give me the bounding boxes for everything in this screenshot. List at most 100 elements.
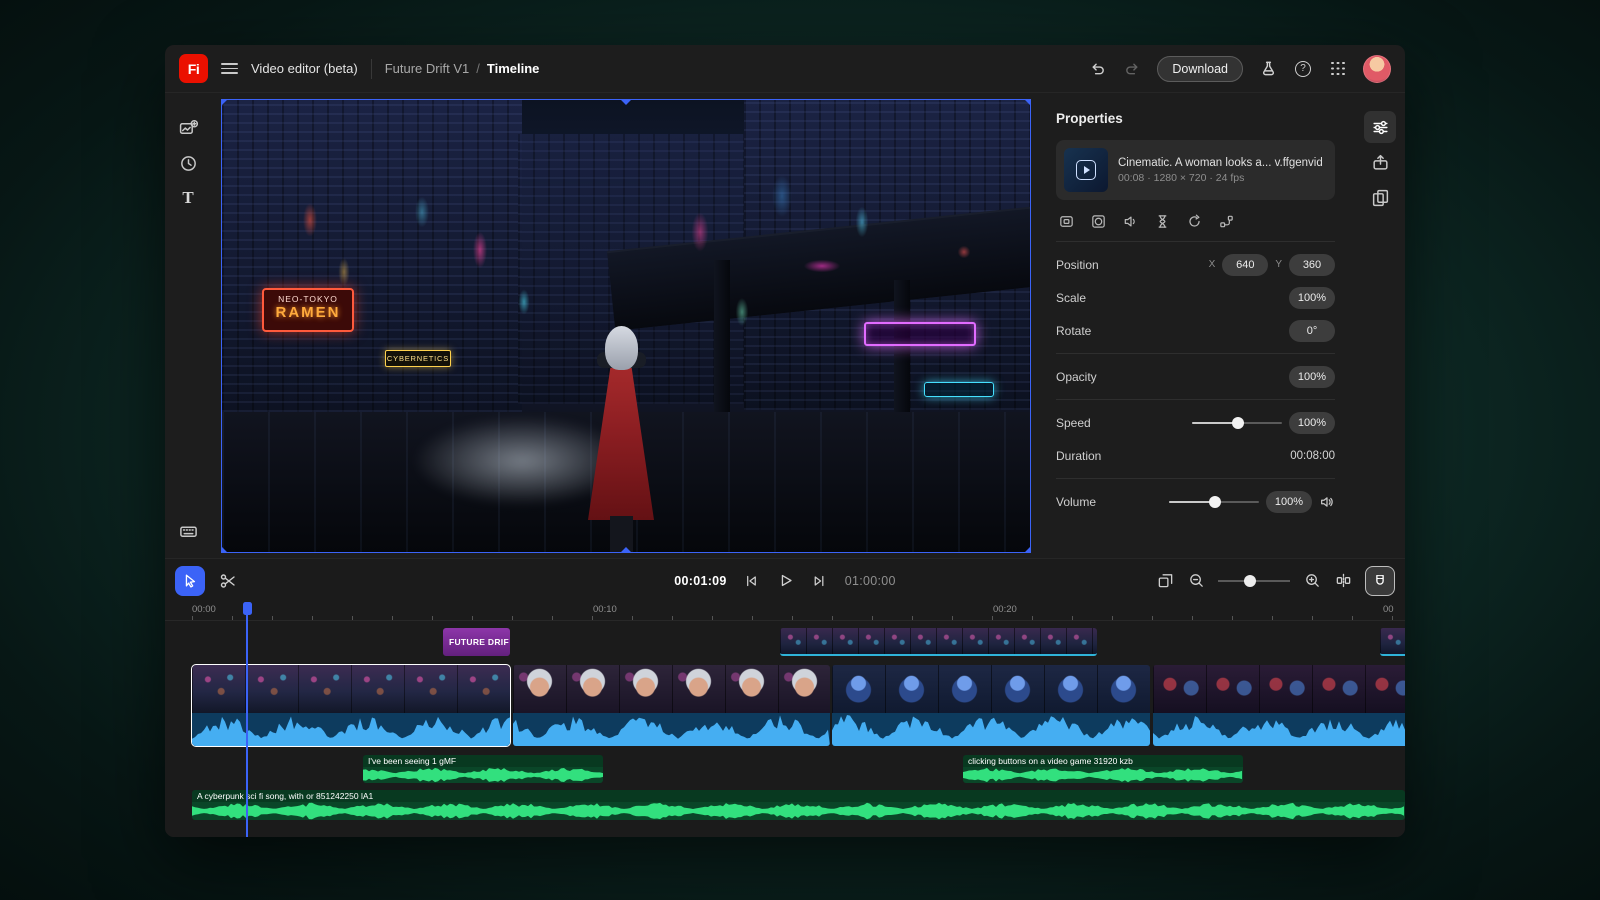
canvas-size-icon[interactable]: [1058, 213, 1075, 230]
selected-clip-card[interactable]: Cinematic. A woman looks a... v.ffgenvid…: [1056, 140, 1335, 200]
razor-split-button[interactable]: [1334, 572, 1352, 590]
speaker-icon[interactable]: [1319, 494, 1335, 510]
properties-panel-button[interactable]: [1364, 111, 1396, 143]
redo-icon[interactable]: [1122, 59, 1142, 79]
audio-clip-2[interactable]: clicking buttons on a video game 31920 k…: [963, 755, 1243, 783]
volume-slider[interactable]: [1169, 496, 1259, 508]
divider: [1056, 399, 1335, 400]
audio-waveform: [832, 713, 1150, 746]
overlay-video-clip-partial[interactable]: [1380, 628, 1405, 656]
timer-icon[interactable]: [1154, 213, 1171, 230]
right-panel-rail: [1355, 93, 1405, 558]
topbar-divider: [371, 59, 372, 79]
duration-row: Duration 00:08:00: [1056, 439, 1335, 472]
add-media-button[interactable]: [172, 112, 204, 144]
zoom-slider[interactable]: [1218, 575, 1290, 587]
select-tool-button[interactable]: [175, 566, 205, 596]
scale-label: Scale: [1056, 291, 1086, 305]
breadcrumb-page: Timeline: [487, 61, 540, 76]
undo-icon[interactable]: [1087, 59, 1107, 79]
rotate-field[interactable]: 0°: [1289, 320, 1335, 342]
export-panel-button[interactable]: [1364, 146, 1396, 178]
video-clip-3[interactable]: [832, 665, 1150, 746]
play-badge-icon: [1076, 160, 1096, 180]
filmstrip-thumbnails: [192, 665, 510, 713]
text-clip-future-drift[interactable]: FUTURE DRIF: [443, 628, 510, 656]
audio-waveform: [192, 713, 510, 746]
timeline-ruler[interactable]: 00:00 00:10 00:20 00: [165, 601, 1405, 621]
main-area: T NEO-T: [165, 93, 1405, 558]
rotate-label: Rotate: [1056, 324, 1091, 338]
woman-legs: [610, 516, 633, 552]
filmstrip-thumbnails: [832, 665, 1150, 713]
music-clip[interactable]: A cyberpunk sci fi song, with or 8512422…: [192, 790, 1405, 820]
help-icon[interactable]: ?: [1293, 59, 1313, 79]
next-frame-button[interactable]: [811, 572, 829, 590]
position-y-field[interactable]: 360: [1289, 254, 1335, 276]
audio-clip-1[interactable]: I've been seeing 1 gMF: [363, 755, 603, 783]
audio-clip-label: I've been seeing 1 gMF: [363, 755, 603, 767]
split-scissors-button[interactable]: [219, 572, 237, 590]
text-tool-button[interactable]: T: [172, 182, 204, 214]
divider: [1056, 478, 1335, 479]
x-axis-label: X: [1209, 259, 1216, 270]
zoom-in-button[interactable]: [1303, 572, 1321, 590]
snapping-magnet-toggle[interactable]: [1365, 566, 1395, 596]
apps-grid-icon[interactable]: [1328, 59, 1348, 79]
volume-field[interactable]: 100%: [1266, 491, 1312, 513]
speed-field[interactable]: 100%: [1289, 412, 1335, 434]
animate-icon[interactable]: [1218, 213, 1235, 230]
breadcrumb: Future Drift V1 / Timeline: [385, 61, 540, 76]
video-clip-4[interactable]: [1153, 665, 1405, 746]
left-toolbar: T: [165, 93, 210, 558]
properties-panel: Properties Cinematic. A woman looks a...…: [1040, 93, 1355, 558]
current-timecode: 00:01:09: [674, 574, 726, 588]
hamburger-menu-icon[interactable]: [221, 63, 238, 74]
keyboard-shortcuts-button[interactable]: [172, 515, 204, 547]
filmstrip-thumbnails: [513, 665, 830, 713]
rotate-row: Rotate 0°: [1056, 314, 1335, 347]
audio-icon[interactable]: [1122, 213, 1139, 230]
play-button[interactable]: [777, 572, 795, 590]
ruler-ticks: [192, 616, 1405, 620]
mask-icon[interactable]: [1090, 213, 1107, 230]
properties-title: Properties: [1056, 111, 1335, 126]
firefly-logo[interactable]: Fi: [179, 54, 208, 83]
audio-waveform: [1153, 713, 1405, 746]
user-avatar[interactable]: [1363, 55, 1391, 83]
timeline-toolbar: 00:01:09 01:00:00: [165, 558, 1405, 601]
playhead-handle[interactable]: [243, 602, 252, 615]
clip-meta: 00:08 · 1280 × 720 · 24 fps: [1118, 172, 1323, 184]
breadcrumb-project[interactable]: Future Drift V1: [385, 61, 470, 76]
video-editor-window: Fi Video editor (beta) Future Drift V1 /…: [165, 45, 1405, 837]
scale-field[interactable]: 100%: [1289, 287, 1335, 309]
track-size-button[interactable]: [1156, 572, 1174, 590]
app-title: Video editor (beta): [251, 61, 358, 76]
y-axis-label: Y: [1275, 259, 1282, 270]
speed-row: Speed 100%: [1056, 406, 1335, 439]
speed-label: Speed: [1056, 416, 1091, 430]
rotate-icon[interactable]: [1186, 213, 1203, 230]
download-button[interactable]: Download: [1157, 56, 1243, 82]
opacity-field[interactable]: 100%: [1289, 366, 1335, 388]
clip-thumbnail: [1064, 148, 1108, 192]
neon-sign: [924, 382, 994, 397]
speed-slider[interactable]: [1192, 417, 1282, 429]
media-library-panel-button[interactable]: [1364, 181, 1396, 213]
video-clip-1-selected[interactable]: [192, 665, 510, 746]
duration-label: Duration: [1056, 449, 1101, 463]
previous-frame-button[interactable]: [743, 572, 761, 590]
video-clip-2[interactable]: [513, 665, 830, 746]
video-preview-canvas[interactable]: NEO-TOKYO RAMEN CYBERNETICS: [222, 100, 1030, 552]
total-duration: 01:00:00: [845, 574, 896, 588]
filmstrip-thumbnails: [1153, 665, 1405, 713]
beaker-icon[interactable]: [1258, 59, 1278, 79]
clip-action-icons: [1058, 213, 1335, 230]
playhead[interactable]: [246, 602, 248, 837]
zoom-out-button[interactable]: [1187, 572, 1205, 590]
history-clock-button[interactable]: [172, 147, 204, 179]
volume-label: Volume: [1056, 495, 1096, 509]
position-x-field[interactable]: 640: [1222, 254, 1268, 276]
overlay-video-clip[interactable]: [780, 628, 1097, 656]
opacity-row: Opacity 100%: [1056, 360, 1335, 393]
